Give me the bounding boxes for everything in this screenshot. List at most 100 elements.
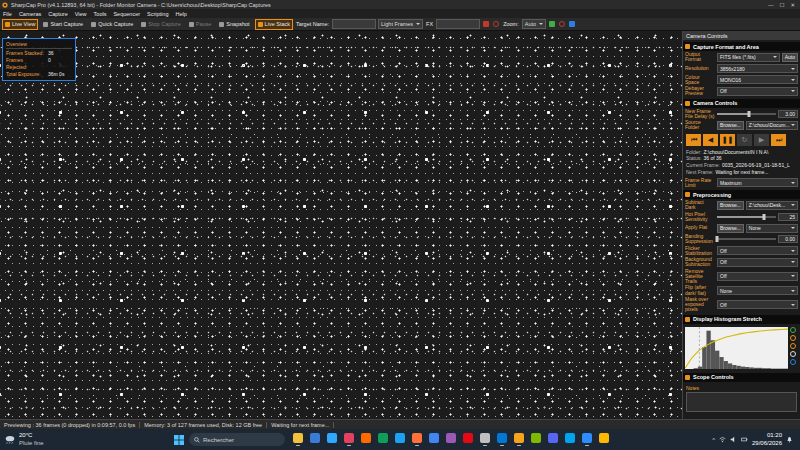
section-header[interactable]: Preprocessing: [683, 190, 800, 199]
taskbar-app[interactable]: [494, 430, 509, 449]
toolbar-button[interactable]: Quick Capture: [88, 19, 136, 30]
slider-value[interactable]: 3.00: [778, 110, 798, 118]
playback-button[interactable]: ↻: [737, 134, 752, 146]
window-control-button[interactable]: ☐: [779, 2, 784, 8]
notes-field[interactable]: [686, 392, 797, 412]
select-box[interactable]: 3856x2180: [717, 64, 798, 73]
slider-value[interactable]: 0.00: [778, 235, 798, 243]
menu-item[interactable]: Help: [175, 11, 186, 17]
browse-button[interactable]: Browse...: [717, 224, 744, 233]
slider-value[interactable]: 25: [778, 213, 798, 221]
path-select[interactable]: None: [746, 224, 798, 233]
select-box[interactable]: MONO16: [717, 75, 798, 84]
taskbar-app[interactable]: [307, 430, 322, 449]
taskbar-app[interactable]: [443, 430, 458, 449]
section-toggle-icon[interactable]: [685, 317, 690, 322]
tray-overflow-button[interactable]: ^: [712, 437, 715, 443]
row-button[interactable]: Auto: [782, 53, 798, 62]
slider-thumb[interactable]: [748, 111, 751, 117]
section-toggle-icon[interactable]: [685, 101, 690, 106]
slider-track[interactable]: [717, 238, 776, 240]
histogram-tool-icon[interactable]: [790, 327, 796, 333]
select-box[interactable]: Off: [717, 258, 798, 267]
taskbar-app[interactable]: [426, 430, 441, 449]
histogram-tool-icon[interactable]: [790, 351, 796, 357]
section-toggle-icon[interactable]: [685, 375, 690, 380]
speaker-icon[interactable]: [730, 436, 737, 443]
reticle-icon[interactable]: [559, 21, 565, 27]
menu-item[interactable]: Scripting: [147, 11, 168, 17]
taskbar-app[interactable]: [409, 430, 424, 449]
slider-thumb[interactable]: [763, 214, 766, 220]
menu-item[interactable]: Sequencer: [113, 11, 140, 17]
taskbar-app[interactable]: [528, 430, 543, 449]
select-box[interactable]: Off: [717, 272, 798, 281]
taskbar-app[interactable]: [324, 430, 339, 449]
select-box[interactable]: Off: [717, 87, 798, 96]
taskbar-app[interactable]: [562, 430, 577, 449]
taskbar-search[interactable]: Rechercher: [189, 433, 285, 446]
menu-item[interactable]: Capture: [48, 11, 68, 17]
menu-item[interactable]: View: [75, 11, 87, 17]
image-viewer[interactable]: Overview Frames Stacked:36Frames Rejecte…: [0, 31, 682, 419]
section-header[interactable]: Camera Controls: [683, 99, 800, 108]
section-toggle-icon[interactable]: [685, 44, 690, 49]
playback-button[interactable]: ⏭: [771, 134, 786, 146]
window-control-button[interactable]: ✕: [790, 2, 795, 8]
taskbar-app[interactable]: [358, 430, 373, 449]
wifi-icon[interactable]: [719, 436, 726, 443]
clock[interactable]: 01:20 29/06/2026: [752, 432, 782, 446]
menu-item[interactable]: File: [3, 11, 12, 17]
zoom-dropdown[interactable]: Auto: [522, 19, 546, 29]
taskbar-app[interactable]: [375, 430, 390, 449]
histogram-icon[interactable]: [549, 21, 555, 27]
windows-start-icon[interactable]: [174, 435, 184, 445]
taskbar-app[interactable]: [460, 430, 475, 449]
select-box[interactable]: Maximum: [717, 178, 798, 187]
playback-button[interactable]: ▶: [754, 134, 769, 146]
histogram-tool-icon[interactable]: [790, 335, 796, 341]
pin-icon[interactable]: [569, 21, 575, 27]
taskbar-app[interactable]: [392, 430, 407, 449]
record-icon[interactable]: [483, 21, 489, 27]
taskbar-app[interactable]: [477, 430, 492, 449]
taskbar-app[interactable]: [290, 430, 305, 449]
section-header[interactable]: Display Histogram Stretch: [683, 315, 800, 324]
black-point-line[interactable]: [699, 327, 700, 369]
path-select[interactable]: Z:\chouu\Docum...: [746, 121, 798, 130]
target-name-field[interactable]: [332, 19, 376, 29]
taskbar-app[interactable]: [545, 430, 560, 449]
slider-thumb[interactable]: [716, 236, 719, 242]
browse-button[interactable]: Browse...: [717, 121, 744, 130]
battery-icon[interactable]: [741, 436, 748, 443]
section-toggle-icon[interactable]: [685, 192, 690, 197]
section-header[interactable]: Scope Controls: [683, 373, 800, 382]
toolbar-button[interactable]: Start Capture: [40, 19, 86, 30]
path-select[interactable]: Z:\chouu\Desk...: [746, 201, 798, 210]
toolbar-button[interactable]: Stop Capture: [138, 19, 183, 30]
select-box[interactable]: Off: [717, 246, 798, 255]
menu-item[interactable]: Cameras: [19, 11, 41, 17]
toolbar-button[interactable]: Live Stack: [255, 19, 293, 30]
histogram-tool-icon[interactable]: [790, 343, 796, 349]
select-box[interactable]: FITS files (*.fits): [717, 53, 780, 62]
browse-button[interactable]: Browse...: [717, 201, 744, 210]
taskbar-app[interactable]: [596, 430, 611, 449]
playback-button[interactable]: ❚❚: [720, 134, 735, 146]
fx-field[interactable]: [436, 19, 480, 29]
notification-bell-icon[interactable]: [786, 436, 793, 443]
toolbar-button[interactable]: Pause: [186, 19, 215, 30]
taskbar-app[interactable]: [511, 430, 526, 449]
toolbar-button[interactable]: Snapshot: [216, 19, 252, 30]
playback-button[interactable]: ⏮: [686, 134, 701, 146]
menu-item[interactable]: Tools: [94, 11, 107, 17]
slider-track[interactable]: [717, 216, 776, 218]
slider-track[interactable]: [717, 113, 776, 115]
toolbar-button[interactable]: Live View: [2, 19, 38, 30]
select-box[interactable]: Off: [717, 300, 798, 309]
target-icon[interactable]: [493, 21, 499, 27]
histogram-tool-icon[interactable]: [790, 359, 796, 365]
playback-button[interactable]: ◀: [703, 134, 718, 146]
taskbar-app[interactable]: [341, 430, 356, 449]
window-control-button[interactable]: —: [768, 2, 774, 8]
